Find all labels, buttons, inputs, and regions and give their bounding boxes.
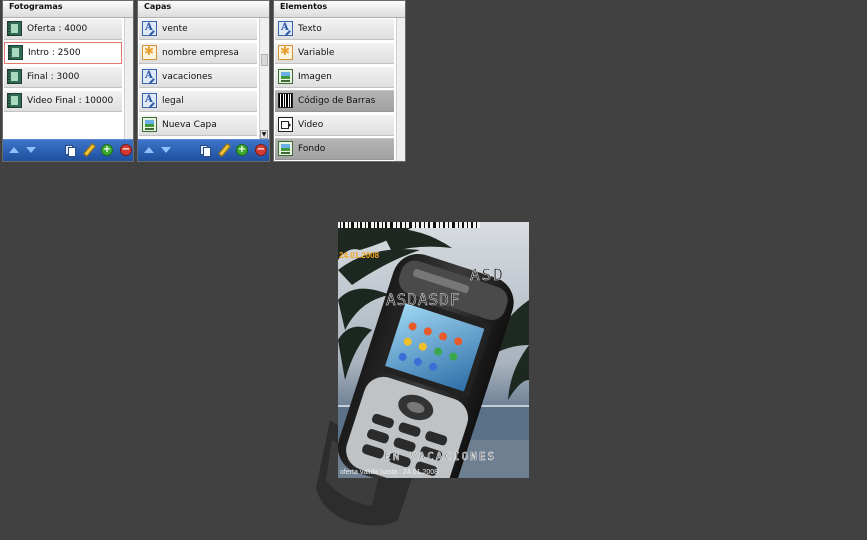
- preview-headline-1[interactable]: ASD: [470, 265, 505, 285]
- preview-headline-2[interactable]: ASDASDF: [386, 290, 460, 310]
- preview-stage: 24.01.2008 ASD ASDASDF EN VACACIONES ofe…: [316, 222, 529, 526]
- preview-tagline[interactable]: EN VACACIONES: [384, 450, 496, 464]
- preview-legal[interactable]: oferta valida hasta : 24.01.2008: [340, 469, 438, 476]
- preview-date[interactable]: 24.01.2008: [339, 251, 380, 260]
